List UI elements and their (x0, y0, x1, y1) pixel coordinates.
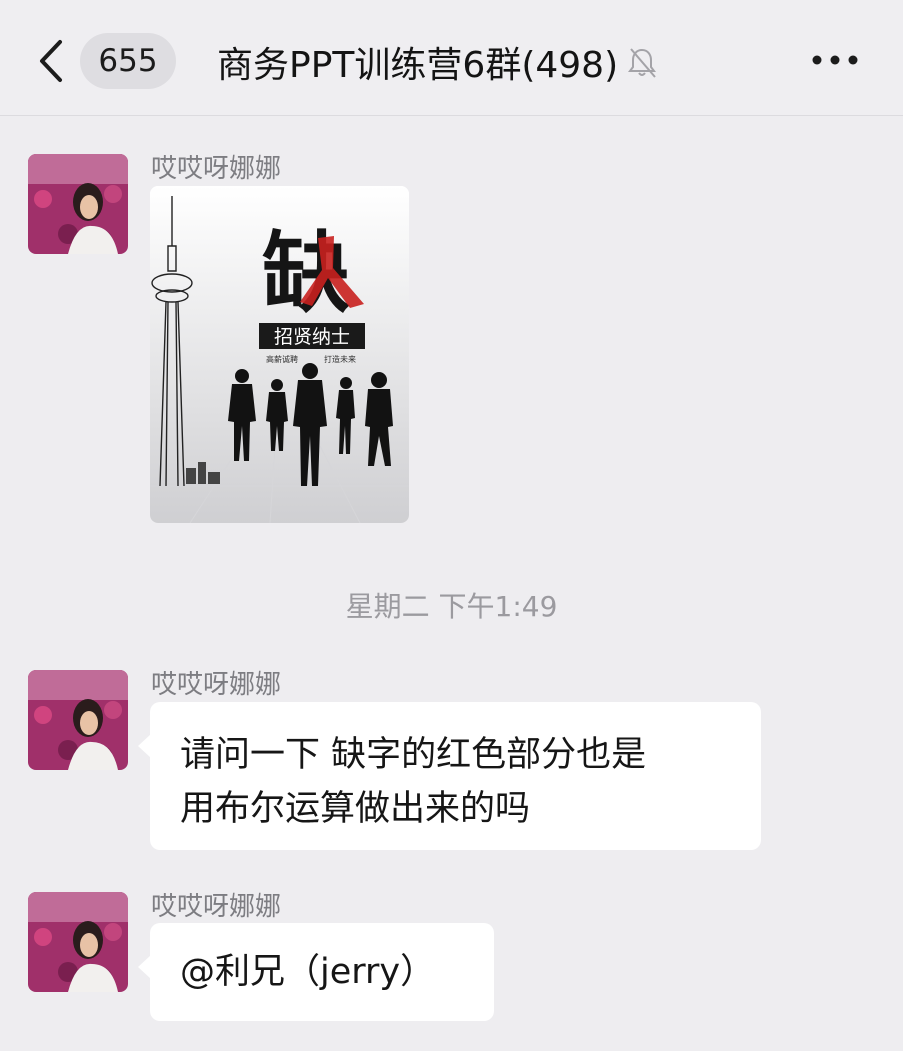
unread-count-badge[interactable]: 655 (80, 33, 176, 89)
chat-title: 商务PPT训练营6群(498) (217, 45, 619, 86)
poster-banner: 招贤纳士 (274, 326, 350, 348)
sender-name: 哎哎呀娜娜 (151, 892, 282, 922)
image-message[interactable]: 缺 招贤纳士 高薪诚聘 打造未来 (150, 186, 409, 523)
message-timestamp: 星期二 下午1:49 (345, 590, 558, 623)
avatar[interactable] (28, 670, 128, 770)
chevron-left-icon[interactable] (34, 38, 68, 84)
sender-name: 哎哎呀娜娜 (151, 154, 282, 184)
message-line: 用布尔运算做出来的吗 (180, 789, 531, 829)
message-bubble[interactable]: @利兄（jerry） (138, 923, 494, 1021)
avatar[interactable] (28, 892, 128, 992)
chat-header: 655 商务PPT训练营6群(498) (0, 0, 903, 116)
sender-name: 哎哎呀娜娜 (151, 670, 282, 700)
chat-title-area[interactable]: 商务PPT训练营6群(498) (217, 34, 660, 90)
avatar[interactable] (28, 154, 128, 254)
ellipsis-icon[interactable] (810, 50, 860, 70)
message-line: @利兄（jerry） (180, 952, 436, 992)
poster-sub-left: 高薪诚聘 (266, 354, 298, 364)
poster-sub-right: 打造未来 (324, 354, 356, 364)
bell-slash-icon (628, 48, 657, 78)
message-line: 请问一下 缺字的红色部分也是 (180, 735, 647, 775)
message-bubble[interactable]: 请问一下 缺字的红色部分也是 用布尔运算做出来的吗 (138, 702, 761, 850)
